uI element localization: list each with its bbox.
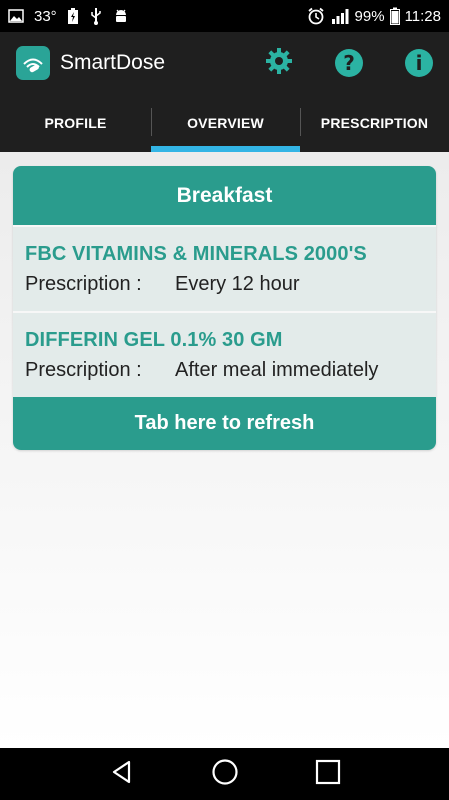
tab-label: PROFILE [44,115,107,131]
tab-profile[interactable]: PROFILE [0,94,151,152]
recents-button[interactable] [308,754,348,794]
tab-overview[interactable]: OVERVIEW [151,94,300,152]
medication-name: DIFFERIN GEL 0.1% 30 GM [25,329,283,351]
prescription-value: After meal immediately [175,359,379,381]
medication-item[interactable]: DIFFERIN GEL 0.1% 30 GM Prescription : A… [13,311,436,397]
prescription-label: Prescription : [25,359,142,381]
image-icon [8,8,24,24]
prescription-value: Every 12 hour [175,273,300,295]
back-button[interactable] [102,754,142,794]
smartdose-logo-icon [16,46,50,80]
meal-card: Breakfast FBC VITAMINS & MINERALS 2000'S… [13,166,436,450]
info-icon: i [415,51,423,75]
signal-icon [330,8,350,24]
app-title: SmartDose [60,51,166,74]
tab-prescription[interactable]: PRESCRIPTION [300,94,449,152]
refresh-button[interactable]: Tab here to refresh [13,397,436,450]
info-button[interactable]: i [405,49,433,77]
help-button[interactable]: ? [335,49,363,77]
gear-icon [265,47,293,80]
clock-text: 11:28 [404,7,441,25]
tab-label: PRESCRIPTION [320,115,429,131]
tab-bar: PROFILE OVERVIEW PRESCRIPTION [0,94,449,152]
temperature-text: 33° [34,7,57,25]
settings-button[interactable] [265,47,293,80]
status-bar: 33° 99% 11:28 [0,0,449,32]
medication-item[interactable]: FBC VITAMINS & MINERALS 2000'S Prescript… [13,225,436,311]
alarm-icon [307,7,325,25]
app-bar: SmartDose ? i [0,32,449,94]
battery-percent-text: 99% [354,7,385,25]
meal-title: Breakfast [13,166,436,225]
tab-divider [151,108,152,136]
tab-divider [300,108,301,136]
system-nav-bar [0,748,449,800]
prescription-label: Prescription : [25,273,142,295]
home-circle-icon [211,758,239,791]
help-icon: ? [343,51,355,75]
back-triangle-icon [109,759,135,790]
battery-icon [389,7,400,25]
android-debug-icon [113,8,129,24]
usb-icon [89,7,103,25]
overview-content: Breakfast FBC VITAMINS & MINERALS 2000'S… [0,152,449,748]
battery-charging-icon [67,7,79,25]
recents-square-icon [315,759,341,790]
tab-label: OVERVIEW [187,115,264,131]
medication-name: FBC VITAMINS & MINERALS 2000'S [25,243,367,265]
home-button[interactable] [205,754,245,794]
